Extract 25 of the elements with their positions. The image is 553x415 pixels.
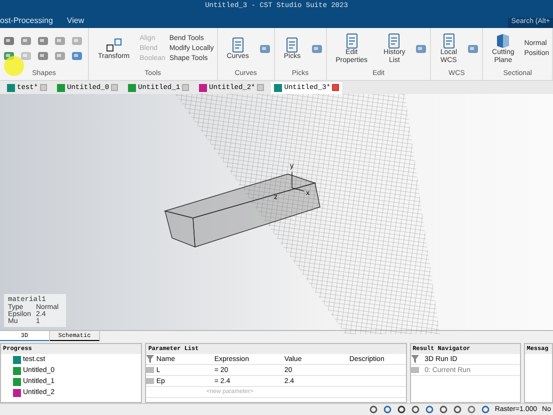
shape-tool-icon[interactable]	[71, 50, 83, 62]
ribbon-tool-icon[interactable]	[310, 42, 323, 55]
menu-item[interactable]: ost-Processing	[0, 16, 53, 25]
axes-drawing	[292, 171, 304, 191]
ribbon-tool-icon[interactable]	[467, 42, 480, 55]
shape-tool-icon[interactable]	[20, 35, 32, 48]
shape-tool-icon[interactable]	[37, 35, 49, 48]
shape-tool-icon[interactable]	[54, 35, 66, 48]
ribbon-tool-icon[interactable]	[415, 42, 428, 55]
transform-icon	[106, 37, 122, 54]
ribbon-tool-icon[interactable]	[258, 42, 271, 55]
shape-tool-icon[interactable]	[3, 35, 15, 48]
document-icon	[386, 33, 402, 50]
shape-tool-icon[interactable]	[20, 50, 32, 62]
menu-item[interactable]: View	[66, 16, 84, 25]
document-icon	[440, 33, 457, 50]
cursor-highlight-icon	[4, 56, 24, 76]
document-icon	[284, 37, 300, 54]
document-icon	[230, 37, 246, 54]
shape-tool-icon[interactable]	[54, 50, 66, 62]
shape-tool-icon[interactable]	[37, 50, 49, 62]
shape-tool-icon[interactable]	[71, 35, 83, 48]
cutting-plane-icon	[495, 33, 512, 50]
close-icon[interactable]	[332, 84, 340, 92]
document-icon	[344, 33, 360, 50]
